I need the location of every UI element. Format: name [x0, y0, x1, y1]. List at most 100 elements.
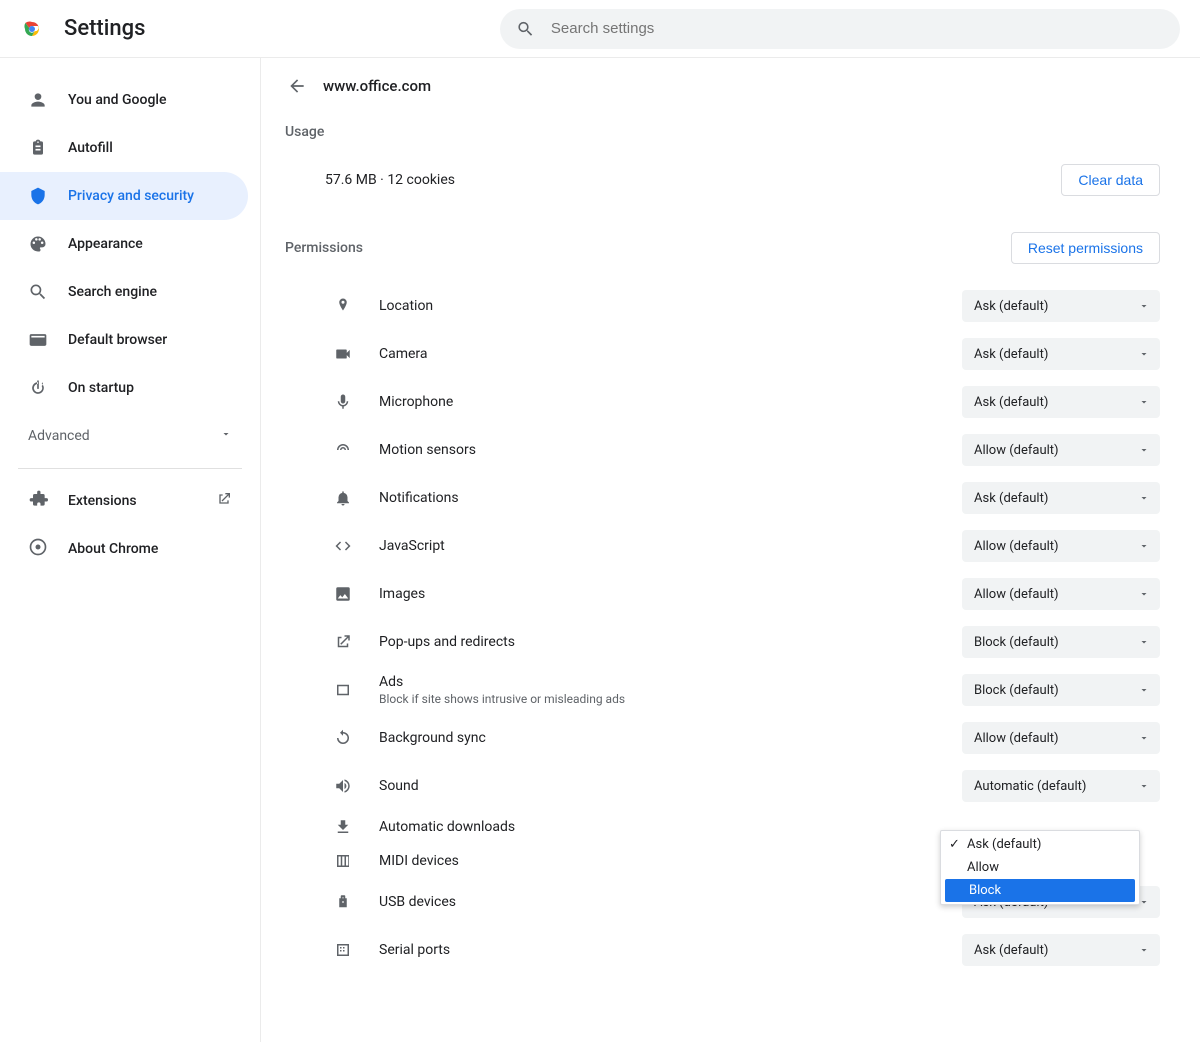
permission-label: USB devices — [379, 894, 962, 910]
dropdown-option-label: Ask (default) — [967, 837, 1041, 852]
open-external-icon — [216, 491, 232, 511]
dropdown-option-ask[interactable]: ✓ Ask (default) — [943, 833, 1137, 856]
app-title: Settings — [64, 16, 145, 41]
permission-value: Allow (default) — [974, 539, 1059, 554]
permission-icon — [325, 852, 361, 870]
permission-select[interactable]: Allow (default) — [962, 722, 1160, 754]
permission-value: Ask (default) — [974, 299, 1048, 314]
permission-label: Sound — [379, 778, 962, 794]
permission-sublabel: Block if site shows intrusive or mislead… — [379, 692, 962, 706]
back-arrow-icon[interactable] — [287, 76, 307, 96]
dropdown-option-allow[interactable]: Allow — [943, 856, 1137, 879]
sidebar-label: Autofill — [68, 140, 113, 156]
permission-value: Allow (default) — [974, 731, 1059, 746]
extension-icon — [28, 489, 48, 513]
permission-select[interactable]: Allow (default) — [962, 578, 1160, 610]
site-name: www.office.com — [323, 77, 431, 95]
permission-icon — [325, 818, 361, 836]
permission-value: Ask (default) — [974, 347, 1048, 362]
permission-label: Microphone — [379, 394, 962, 410]
sidebar-item-you-and-google[interactable]: You and Google — [0, 76, 260, 124]
sidebar-item-search-engine[interactable]: Search engine — [0, 268, 260, 316]
permission-select[interactable]: Ask (default) — [962, 290, 1160, 322]
permission-row: JavaScript Allow (default) — [285, 522, 1160, 570]
sidebar-label: Appearance — [68, 236, 143, 252]
permission-select[interactable]: Block (default) — [962, 674, 1160, 706]
permission-select[interactable]: Ask (default) — [962, 482, 1160, 514]
sidebar-item-appearance[interactable]: Appearance — [0, 220, 260, 268]
sidebar-item-extensions[interactable]: Extensions — [0, 477, 260, 525]
permission-row: Microphone Ask (default) — [285, 378, 1160, 426]
permission-value: Automatic (default) — [974, 779, 1086, 794]
usage-text: 57.6 MB · 12 cookies — [325, 172, 455, 188]
permission-select[interactable]: Automatic (default) — [962, 770, 1160, 802]
shield-icon — [28, 186, 48, 206]
permission-value: Ask (default) — [974, 943, 1048, 958]
power-icon — [28, 378, 48, 398]
sidebar-item-autofill[interactable]: Autofill — [0, 124, 260, 172]
usage-title: Usage — [285, 124, 1160, 140]
permission-icon — [325, 441, 361, 459]
permission-select[interactable]: Ask (default) — [962, 386, 1160, 418]
permission-row: Background syncAllow (default) — [285, 714, 1160, 762]
permission-row: ImagesAllow (default) — [285, 570, 1160, 618]
permission-label: Pop-ups and redirects — [379, 634, 962, 650]
permission-select[interactable]: Allow (default) — [962, 434, 1160, 466]
chevron-down-icon — [1138, 300, 1150, 312]
check-icon: ✓ — [949, 837, 965, 852]
permission-label: Serial ports — [379, 942, 962, 958]
search-icon — [516, 19, 535, 39]
sidebar: You and Google Autofill Privacy and secu… — [0, 58, 260, 1042]
sidebar-item-about[interactable]: About Chrome — [0, 525, 260, 573]
dropdown-option-block[interactable]: Block — [945, 879, 1135, 902]
permission-select[interactable]: Allow (default) — [962, 530, 1160, 562]
permission-label: Camera — [379, 346, 962, 362]
permission-row: NotificationsAsk (default) — [285, 474, 1160, 522]
dropdown-option-label: Block — [969, 883, 1001, 898]
permission-select[interactable]: Block (default) — [962, 626, 1160, 658]
permission-value: Ask (default) — [974, 395, 1048, 410]
permission-icon — [325, 537, 361, 555]
sidebar-advanced[interactable]: Advanced — [0, 412, 260, 460]
permission-select[interactable]: Ask (default) — [962, 338, 1160, 370]
chevron-down-icon — [1138, 780, 1150, 792]
chevron-down-icon — [1138, 944, 1150, 956]
permission-label: Location — [379, 298, 962, 314]
dropdown-menu: ✓ Ask (default) Allow Block — [940, 830, 1140, 905]
permission-label: Notifications — [379, 490, 962, 506]
permission-row: Pop-ups and redirects Block (default) — [285, 618, 1160, 666]
chrome-logo-icon — [20, 17, 44, 41]
sidebar-label: Privacy and security — [68, 188, 194, 204]
permission-value: Block (default) — [974, 635, 1059, 650]
sidebar-item-privacy[interactable]: Privacy and security — [0, 172, 248, 220]
permission-icon — [325, 729, 361, 747]
permission-row: Ads Block if site shows intrusive or misl… — [285, 666, 1160, 714]
permission-row: Location Ask (default) — [285, 282, 1160, 330]
permissions-title: Permissions — [285, 240, 363, 256]
chevron-down-icon — [1138, 348, 1150, 360]
permission-label: Ads — [379, 674, 962, 690]
permission-label: JavaScript — [379, 538, 962, 554]
sidebar-item-default-browser[interactable]: Default browser — [0, 316, 260, 364]
search-box[interactable] — [500, 9, 1180, 49]
chevron-down-icon — [220, 428, 232, 444]
permission-value: Allow (default) — [974, 587, 1059, 602]
permission-row: Sound Automatic (default) — [285, 762, 1160, 810]
chrome-icon — [28, 537, 48, 561]
permission-icon — [325, 489, 361, 507]
divider — [18, 468, 242, 469]
permission-icon — [325, 297, 361, 315]
permission-icon — [325, 393, 361, 411]
sidebar-label: On startup — [68, 380, 134, 396]
permission-select[interactable]: Ask (default) — [962, 934, 1160, 966]
sidebar-item-startup[interactable]: On startup — [0, 364, 260, 412]
about-label: About Chrome — [68, 541, 232, 557]
search-icon — [28, 282, 48, 302]
permission-value: Block (default) — [974, 683, 1059, 698]
person-icon — [28, 90, 48, 110]
permission-label: MIDI devices — [379, 853, 962, 869]
clear-data-button[interactable]: Clear data — [1061, 164, 1160, 196]
reset-permissions-button[interactable]: Reset permissions — [1011, 232, 1160, 264]
chevron-down-icon — [1138, 492, 1150, 504]
search-input[interactable] — [551, 20, 1164, 37]
